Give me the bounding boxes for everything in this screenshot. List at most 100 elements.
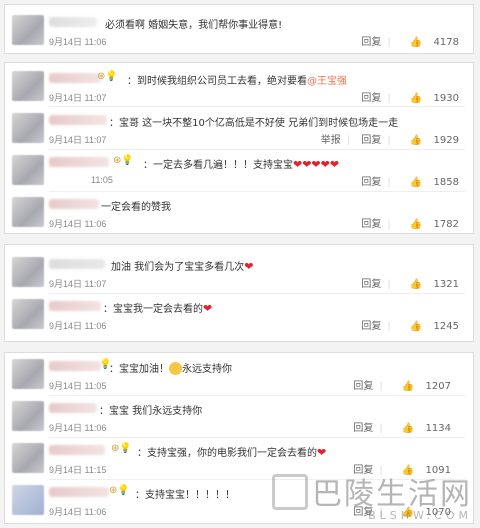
username-blurred[interactable] (49, 361, 101, 371)
username-blurred[interactable] (49, 487, 109, 497)
avatar[interactable] (12, 113, 44, 143)
avatar[interactable] (12, 71, 44, 101)
vip-badge-icon: ⊛💡 (109, 485, 130, 496)
like-button[interactable]: 👍 4178 (402, 37, 459, 48)
divider: | (387, 135, 391, 146)
row-divider (49, 437, 465, 438)
divider: | (346, 135, 351, 146)
avatar[interactable] (12, 359, 44, 389)
avatar[interactable] (12, 155, 44, 185)
comment-text: ：宝宝我一定会去看的❤ (103, 300, 212, 315)
thumbs-up-icon: 👍 (409, 219, 423, 230)
reply-button[interactable]: 回复 (353, 381, 373, 392)
reply-button[interactable]: 回复 (353, 423, 373, 434)
username-blurred[interactable] (49, 115, 107, 125)
comment-actions: 回复 | 👍 1930 (353, 89, 459, 104)
heart-emoji-icon: ❤ (244, 260, 254, 273)
comment-time: 9月14日 11:06 (49, 219, 107, 229)
comment-panel-3: 加油 我们会为了宝宝多看几次❤ 9月14日 11:07 回复 | 👍 1321 ：… (4, 244, 474, 342)
thumbs-up-icon: 👍 (409, 321, 423, 332)
like-button[interactable]: 👍 1858 (402, 177, 459, 188)
comment-item: 加油 我们会为了宝宝多看几次❤ 9月14日 11:07 回复 | 👍 1321 (5, 257, 473, 293)
watermark-logo-icon (272, 474, 308, 510)
reply-button[interactable]: 回复 (361, 135, 381, 146)
username-blurred[interactable] (49, 403, 97, 413)
comment-time: 9月14日 11:07 (49, 279, 107, 289)
username-blurred[interactable] (49, 17, 97, 27)
comment-time: 9月14日 11:15 (49, 465, 107, 475)
comment-text: 必须看啊 婚姻失意，我们帮你事业得意! (105, 20, 283, 31)
reply-button[interactable]: 回复 (361, 93, 381, 104)
comment-item: 💡 ：宝宝加油！ 永远支持你 9月14日 11:05 回复 | 👍 1207 (5, 359, 473, 395)
thumbs-up-icon: 👍 (409, 177, 423, 188)
divider: | (387, 93, 391, 104)
comment-time: 9月14日 11:07 (49, 135, 107, 145)
comment-text-main: 加油 我们会为了宝宝多看几次 (111, 262, 245, 273)
comment-text-main: ：宝宝加油！ (109, 364, 169, 375)
smile-emoji-icon (169, 362, 182, 375)
vip-badge-icon: ⊛💡 (111, 443, 132, 454)
comment-time: 9月14日 11:06 (49, 37, 107, 47)
like-button[interactable]: 👍 1321 (402, 279, 459, 290)
comment-text-suffix: 永远支持你 (182, 364, 232, 375)
reply-button[interactable]: 回复 (361, 321, 381, 332)
username-blurred[interactable] (49, 301, 101, 311)
like-button[interactable]: 👍 1782 (402, 219, 459, 230)
comment-text-main: ：一定去多看几遍！！！支持宝宝 (143, 160, 293, 171)
like-button[interactable]: 👍 1930 (402, 93, 459, 104)
reply-button[interactable]: 回复 (361, 37, 381, 48)
avatar[interactable] (12, 299, 44, 329)
comment-actions: 回复 | 👍 1321 (353, 275, 459, 290)
row-divider (49, 149, 465, 150)
like-count: 4178 (433, 37, 459, 48)
username-blurred[interactable] (49, 73, 101, 83)
reply-button[interactable]: 回复 (361, 219, 381, 230)
vip-badge-icon: ⊛💡 (113, 155, 134, 166)
like-button[interactable]: 👍 1245 (402, 321, 459, 332)
divider: | (379, 381, 383, 392)
row-divider (49, 191, 465, 192)
comment-time: 9月14日 11:06 (49, 507, 107, 517)
row-divider (49, 395, 465, 396)
divider: | (387, 321, 391, 332)
username-blurred[interactable] (49, 445, 105, 455)
avatar[interactable] (12, 401, 44, 431)
username-blurred[interactable] (49, 259, 105, 269)
comment-time: 11:05 (91, 175, 113, 185)
like-button[interactable]: 👍 1207 (394, 381, 451, 392)
comment-item: 一定会看的赞我 9月14日 11:06 回复 | 👍 1782 (5, 197, 473, 233)
like-count: 1321 (433, 279, 459, 290)
like-count: 1929 (433, 135, 459, 146)
like-button[interactable]: 👍 1929 (402, 135, 459, 146)
divider: | (387, 177, 391, 188)
divider: | (379, 423, 383, 434)
comment-item: ：宝哥 这一块不整10个亿高低是不好使 兄弟们到时候包场走一走 9月14日 11… (5, 113, 473, 149)
report-button[interactable]: 举报 (321, 135, 341, 146)
thumbs-up-icon: 👍 (401, 381, 415, 392)
comment-text-main: ：支持宝强，你的电影我们一定会去看的 (137, 448, 317, 459)
comment-item: ⊛💡 ：一定去多看几遍！！！支持宝宝❤❤❤❤❤ 11:05 回复 | 👍 1858 (5, 155, 473, 191)
username-blurred[interactable] (49, 199, 99, 209)
mention-link[interactable]: @王宝强 (307, 76, 347, 87)
divider: | (387, 219, 391, 230)
username-blurred[interactable] (49, 157, 109, 167)
comment-actions: 回复 | 👍 1207 (345, 377, 451, 392)
comment-time: 9月14日 11:06 (49, 321, 107, 331)
avatar[interactable] (12, 485, 44, 515)
like-button[interactable]: 👍 1134 (394, 423, 451, 434)
reply-button[interactable]: 回复 (361, 177, 381, 188)
watermark-cn: 巴陵生活网 (312, 477, 472, 512)
avatar[interactable] (12, 15, 44, 45)
comment-actions: 回复 | 👍 4178 (353, 33, 459, 48)
comment-text: ：宝哥 这一块不整10个亿高低是不好使 兄弟们到时候包场走一走 (109, 118, 399, 129)
avatar[interactable] (12, 443, 44, 473)
avatar[interactable] (12, 197, 44, 227)
reply-button[interactable]: 回复 (361, 279, 381, 290)
comment-text-main: ：宝宝我一定会去看的 (103, 304, 203, 315)
watermark-title: 巴陵生活网 (272, 469, 472, 513)
vip-badge-icon: ⊛💡 (97, 71, 118, 82)
comment-actions: 回复 | 👍 1134 (345, 419, 451, 434)
heart-emoji-icon: ❤❤❤❤❤ (293, 158, 340, 171)
avatar[interactable] (12, 257, 44, 287)
thumbs-up-icon: 👍 (409, 37, 423, 48)
